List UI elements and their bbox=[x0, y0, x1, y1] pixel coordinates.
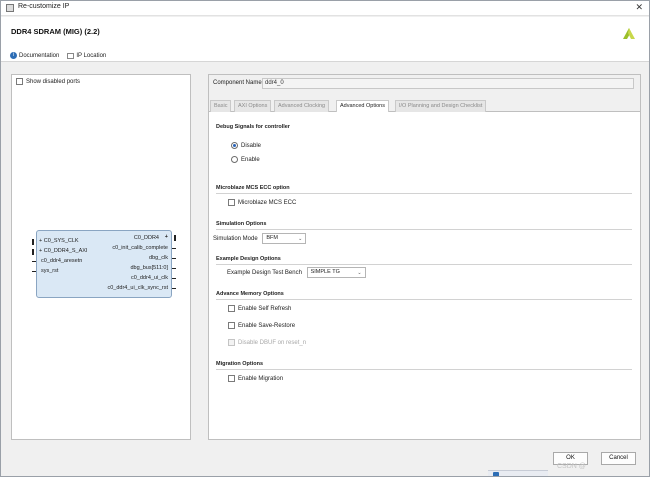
section-divider bbox=[216, 229, 632, 230]
example-test-bench-select[interactable]: SIMPLE TG ⌄ bbox=[306, 267, 366, 278]
show-disabled-ports-label: Show disabled ports bbox=[26, 79, 81, 86]
microblaze-section-title: Microblaze MCS ECC option bbox=[216, 185, 290, 191]
example-design-section-title: Example Design Options bbox=[216, 256, 281, 262]
symbol-panel: Show disabled ports + C0_SYS_CLK + C0_DD… bbox=[11, 74, 191, 440]
port-sys-rst[interactable]: sys_rst bbox=[41, 268, 58, 274]
self-refresh-option[interactable]: Enable Self Refresh bbox=[228, 305, 291, 312]
port-dbg-bus[interactable]: dbg_bus[511:0] bbox=[130, 265, 168, 271]
config-panel: Component Name ddr4_0 Basic AXI Options … bbox=[208, 74, 641, 440]
app-icon bbox=[6, 4, 14, 12]
ip-name: DDR4 SDRAM (MIG) (2.2) bbox=[11, 27, 100, 36]
info-icon: i bbox=[10, 52, 17, 59]
pin-marker bbox=[32, 261, 36, 262]
bus-marker bbox=[32, 249, 34, 255]
save-restore-option[interactable]: Enable Save-Restore bbox=[228, 322, 295, 329]
tab-advanced-clocking[interactable]: Advanced Clocking bbox=[274, 100, 330, 112]
port-c0-ddr4[interactable]: C0_DDR4 bbox=[134, 235, 159, 241]
tab-io-planning[interactable]: I/O Planning and Design Checklist bbox=[395, 100, 487, 112]
microblaze-ecc-option[interactable]: Microblaze MCS ECC bbox=[228, 199, 296, 206]
close-icon[interactable]: ✕ bbox=[635, 2, 643, 13]
documentation-link[interactable]: Documentation bbox=[19, 53, 59, 59]
port-dbg-clk[interactable]: dbg_clk bbox=[149, 255, 168, 261]
port-c0-ddr4-aresetn[interactable]: c0_ddr4_aresetn bbox=[41, 258, 82, 264]
pin-marker bbox=[172, 248, 176, 249]
component-name-input[interactable]: ddr4_0 bbox=[262, 78, 634, 89]
disable-dbuf-checkbox bbox=[228, 339, 235, 346]
ip-symbol-block: + C0_SYS_CLK + C0_DDR4_S_AXI c0_ddr4_are… bbox=[32, 230, 176, 298]
expand-plus-icon[interactable]: + bbox=[165, 234, 168, 240]
simulation-mode-select[interactable]: BFM ⌄ bbox=[262, 233, 307, 244]
show-disabled-ports[interactable]: Show disabled ports bbox=[16, 78, 80, 85]
section-divider bbox=[216, 369, 632, 370]
folder-icon bbox=[67, 52, 75, 59]
migration-option[interactable]: Enable Migration bbox=[228, 375, 283, 382]
pin-marker bbox=[172, 278, 176, 279]
self-refresh-checkbox[interactable] bbox=[228, 305, 235, 312]
debug-disable-option[interactable]: Disable bbox=[231, 142, 261, 149]
tab-bar: Basic AXI Options Advanced Clocking Adva… bbox=[209, 99, 640, 113]
recustomize-ip-window: Re-customize IP ✕ DDR4 SDRAM (MIG) (2.2)… bbox=[0, 0, 650, 477]
taskbar-app-icon bbox=[493, 472, 499, 476]
migration-checkbox[interactable] bbox=[228, 375, 235, 382]
show-disabled-ports-checkbox[interactable] bbox=[16, 78, 23, 85]
advanced-options-page: Debug Signals for controller Disable Ena… bbox=[209, 112, 640, 439]
tab-axi-options[interactable]: AXI Options bbox=[234, 100, 272, 112]
component-name-label: Component Name bbox=[213, 80, 262, 86]
ip-location-link[interactable]: IP Location bbox=[76, 53, 106, 59]
watermark: CSDN @ bbox=[557, 463, 586, 470]
example-test-bench-row: Example Design Test Bench SIMPLE TG ⌄ bbox=[227, 267, 366, 278]
header-links: i Documentation IP Location bbox=[10, 52, 106, 59]
example-test-bench-label: Example Design Test Bench bbox=[227, 270, 302, 277]
pin-marker bbox=[32, 271, 36, 272]
debug-enable-radio[interactable] bbox=[231, 156, 238, 163]
debug-section-title: Debug Signals for controller bbox=[216, 124, 290, 130]
save-restore-checkbox[interactable] bbox=[228, 322, 235, 329]
title-bar: Re-customize IP ✕ bbox=[1, 1, 649, 16]
section-divider bbox=[216, 264, 632, 265]
bus-marker bbox=[174, 235, 176, 241]
microblaze-ecc-checkbox[interactable] bbox=[228, 199, 235, 206]
taskbar-chip[interactable] bbox=[488, 470, 548, 476]
vivado-logo-icon bbox=[623, 28, 635, 39]
section-divider bbox=[216, 299, 632, 300]
port-c0-init-calib-complete[interactable]: c0_init_calib_complete bbox=[112, 245, 168, 251]
port-c0-ddr4-ui-clk-sync-rst[interactable]: c0_ddr4_ui_clk_sync_rst bbox=[107, 285, 168, 291]
chevron-down-icon: ⌄ bbox=[357, 270, 362, 276]
pin-marker bbox=[172, 268, 176, 269]
ip-header: DDR4 SDRAM (MIG) (2.2) i Documentation IP … bbox=[1, 17, 649, 62]
simulation-mode-row: Simulation Mode BFM ⌄ bbox=[213, 233, 307, 244]
bus-marker bbox=[32, 239, 34, 245]
cancel-button[interactable]: Cancel bbox=[601, 452, 636, 465]
port-c0-ddr4-ui-clk[interactable]: c0_ddr4_ui_clk bbox=[131, 275, 168, 281]
tab-basic[interactable]: Basic bbox=[210, 100, 232, 112]
port-c0-ddr4-s-axi[interactable]: + C0_DDR4_S_AXI bbox=[39, 248, 87, 254]
migration-section-title: Migration Options bbox=[216, 361, 264, 367]
pin-marker bbox=[172, 288, 176, 289]
section-divider bbox=[216, 193, 632, 194]
window-title: Re-customize IP bbox=[18, 3, 70, 10]
simulation-mode-label: Simulation Mode bbox=[213, 236, 258, 243]
chevron-down-icon: ⌄ bbox=[298, 236, 303, 242]
pin-marker bbox=[172, 258, 176, 259]
simulation-section-title: Simulation Options bbox=[216, 221, 267, 227]
port-c0-sys-clk[interactable]: + C0_SYS_CLK bbox=[39, 238, 79, 244]
debug-enable-option[interactable]: Enable bbox=[231, 156, 260, 163]
debug-disable-radio[interactable] bbox=[231, 142, 238, 149]
disable-dbuf-option: Disable DBUF on reset_n bbox=[228, 339, 306, 346]
memory-section-title: Advance Memory Options bbox=[216, 291, 284, 297]
